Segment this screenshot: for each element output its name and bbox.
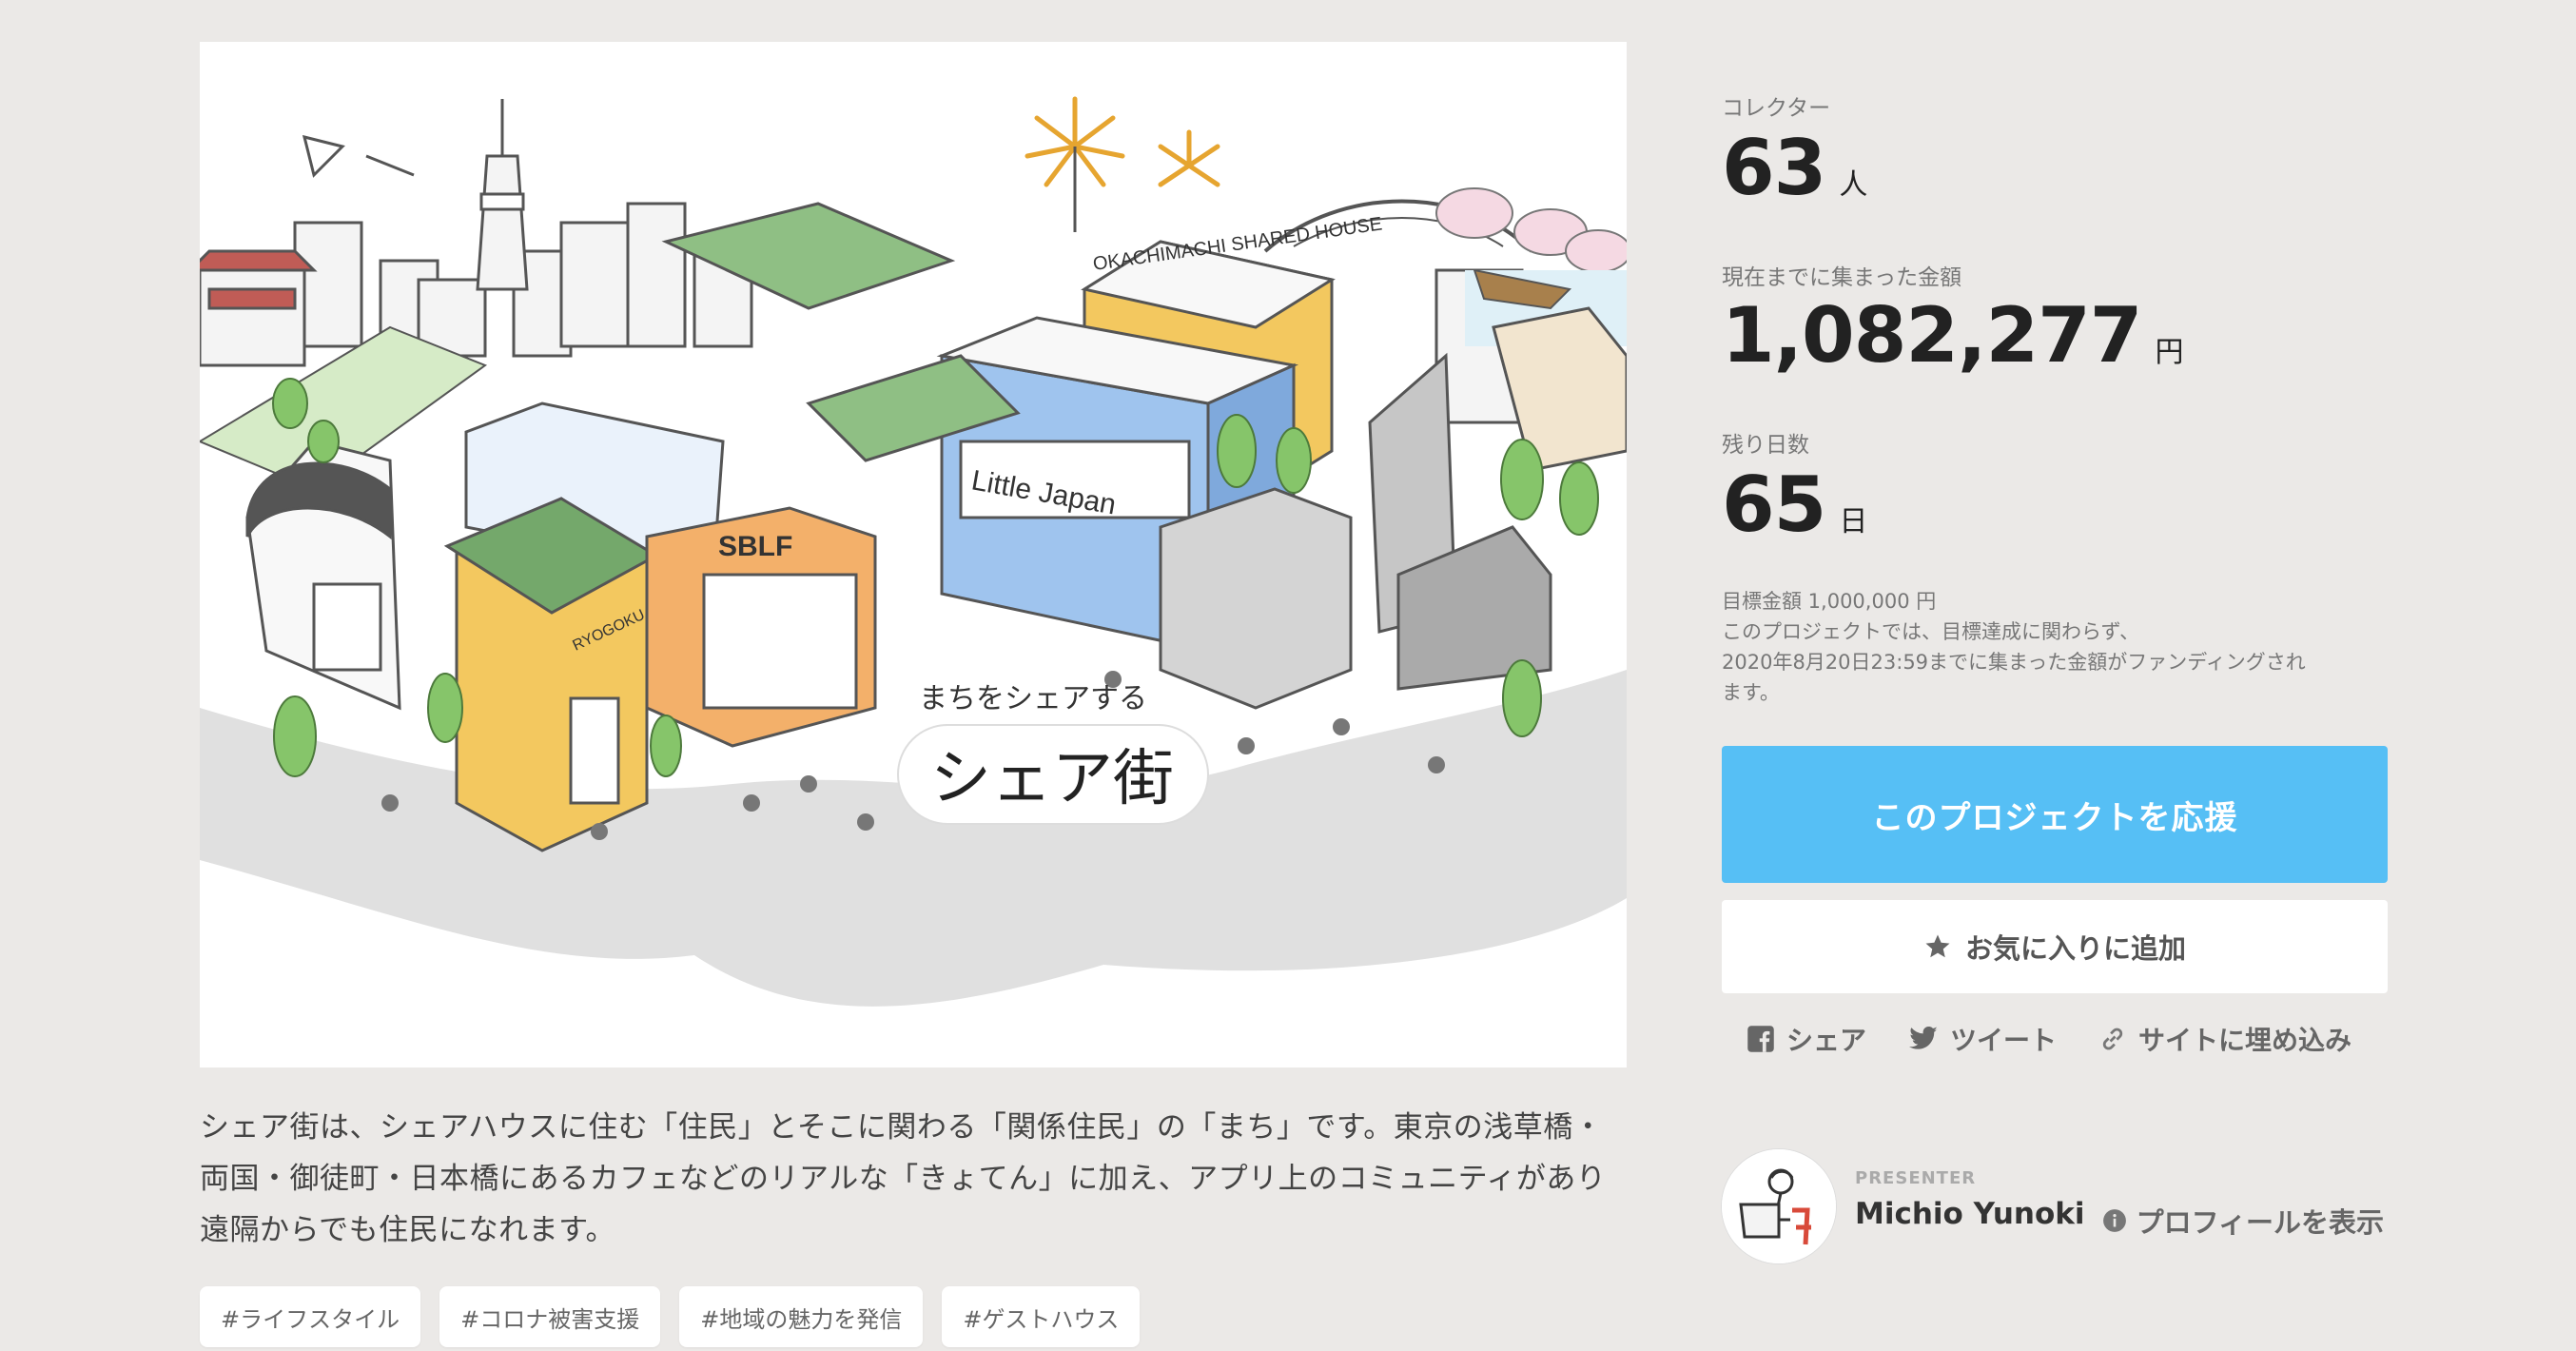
project-hero-image: OKACHIMACHI SHARED HOUSE Little Japan RY… bbox=[200, 42, 1627, 1067]
town-illustration: OKACHIMACHI SHARED HOUSE Little Japan RY… bbox=[200, 96, 1627, 1067]
raised-label: 現在までに集まった金額 bbox=[1722, 265, 1962, 290]
presenter-block: PRESENTER Michio Yunoki プロフィールを表示 bbox=[1722, 1149, 2388, 1267]
building-sblf: SBLF bbox=[645, 506, 877, 748]
days-left-number: 65 bbox=[1722, 460, 1826, 549]
tag-list: #ライフスタイル #コロナ被害支援 #地域の魅力を発信 #ゲストハウス bbox=[200, 1286, 1141, 1347]
view-profile-label: プロフィールを表示 bbox=[2136, 1206, 2384, 1239]
twitter-icon bbox=[1908, 1026, 1938, 1049]
raised-number: 1,082,277 bbox=[1722, 291, 2142, 380]
add-favorite-label: お気に入りに追加 bbox=[1964, 932, 2186, 965]
collectors-label: コレクター bbox=[1722, 96, 1831, 121]
fireworks-icon bbox=[1025, 96, 1220, 187]
days-left: 65 日 bbox=[1722, 460, 1867, 549]
raised-unit: 円 bbox=[2155, 336, 2184, 369]
presenter-avatar[interactable] bbox=[1722, 1149, 1836, 1263]
tag-local-appeal[interactable]: #地域の魅力を発信 bbox=[679, 1286, 924, 1347]
support-project-button[interactable]: このプロジェクトを応援 bbox=[1722, 746, 2388, 883]
days-left-label: 残り日数 bbox=[1722, 433, 1809, 458]
presenter-name[interactable]: Michio Yunoki bbox=[1855, 1197, 2085, 1231]
collectors-count: 63 人 bbox=[1722, 124, 1867, 212]
svg-text:まちをシェアする: まちをシェアする bbox=[919, 682, 1147, 715]
add-favorite-button[interactable]: お気に入りに追加 bbox=[1722, 900, 2388, 993]
project-description: シェア街は、シェアハウスに住む「住民」とそこに関わる「関係住民」の「まち」です。… bbox=[200, 1110, 1607, 1247]
view-profile-link[interactable]: プロフィールを表示 bbox=[2102, 1201, 2384, 1241]
share-links: シェア ツイート サイトに埋め込み bbox=[1747, 1020, 2352, 1058]
twitter-share-link[interactable]: ツイート bbox=[1908, 1020, 2057, 1058]
raised-amount: 1,082,277 円 bbox=[1722, 291, 2183, 380]
embed-link[interactable]: サイトに埋め込み bbox=[2098, 1020, 2352, 1058]
facebook-icon bbox=[1747, 1026, 1774, 1052]
presenter-avatar-image bbox=[1722, 1149, 1836, 1263]
plane-icon bbox=[302, 134, 415, 178]
presenter-label: PRESENTER bbox=[1855, 1168, 1977, 1188]
tag-lifestyle[interactable]: #ライフスタイル bbox=[200, 1286, 421, 1347]
funding-note: 目標金額 1,000,000 円 このプロジェクトでは、目標達成に関わらず、 2… bbox=[1722, 586, 2388, 708]
svg-text:シェア街: シェア街 bbox=[930, 744, 1174, 814]
facebook-share-label: シェア bbox=[1786, 1025, 1867, 1056]
goal-amount: 目標金額 1,000,000 円 bbox=[1722, 590, 1937, 613]
svg-text:SBLF: SBLF bbox=[718, 531, 792, 562]
info-icon bbox=[2102, 1209, 2126, 1232]
funding-note-line2: 2020年8月20日23:59までに集まった金額がファンディングされ bbox=[1722, 651, 2306, 674]
collectors-unit: 人 bbox=[1839, 168, 1868, 202]
embed-label: サイトに埋め込み bbox=[2138, 1025, 2352, 1056]
tag-guesthouse[interactable]: #ゲストハウス bbox=[942, 1286, 1141, 1347]
twitter-share-label: ツイート bbox=[1950, 1025, 2058, 1056]
funding-note-line3: ます。 bbox=[1722, 681, 1780, 704]
star-icon bbox=[1925, 934, 1950, 958]
hero-title-sign: まちをシェアする シェア街 bbox=[897, 682, 1209, 825]
collectors-number: 63 bbox=[1722, 124, 1826, 212]
tag-corona-support[interactable]: #コロナ被害支援 bbox=[439, 1286, 661, 1347]
funding-note-line1: このプロジェクトでは、目標達成に関わらず、 bbox=[1722, 620, 2140, 643]
days-left-unit: 日 bbox=[1839, 505, 1868, 538]
link-icon bbox=[2102, 1028, 2123, 1050]
facebook-share-link[interactable]: シェア bbox=[1747, 1020, 1866, 1058]
